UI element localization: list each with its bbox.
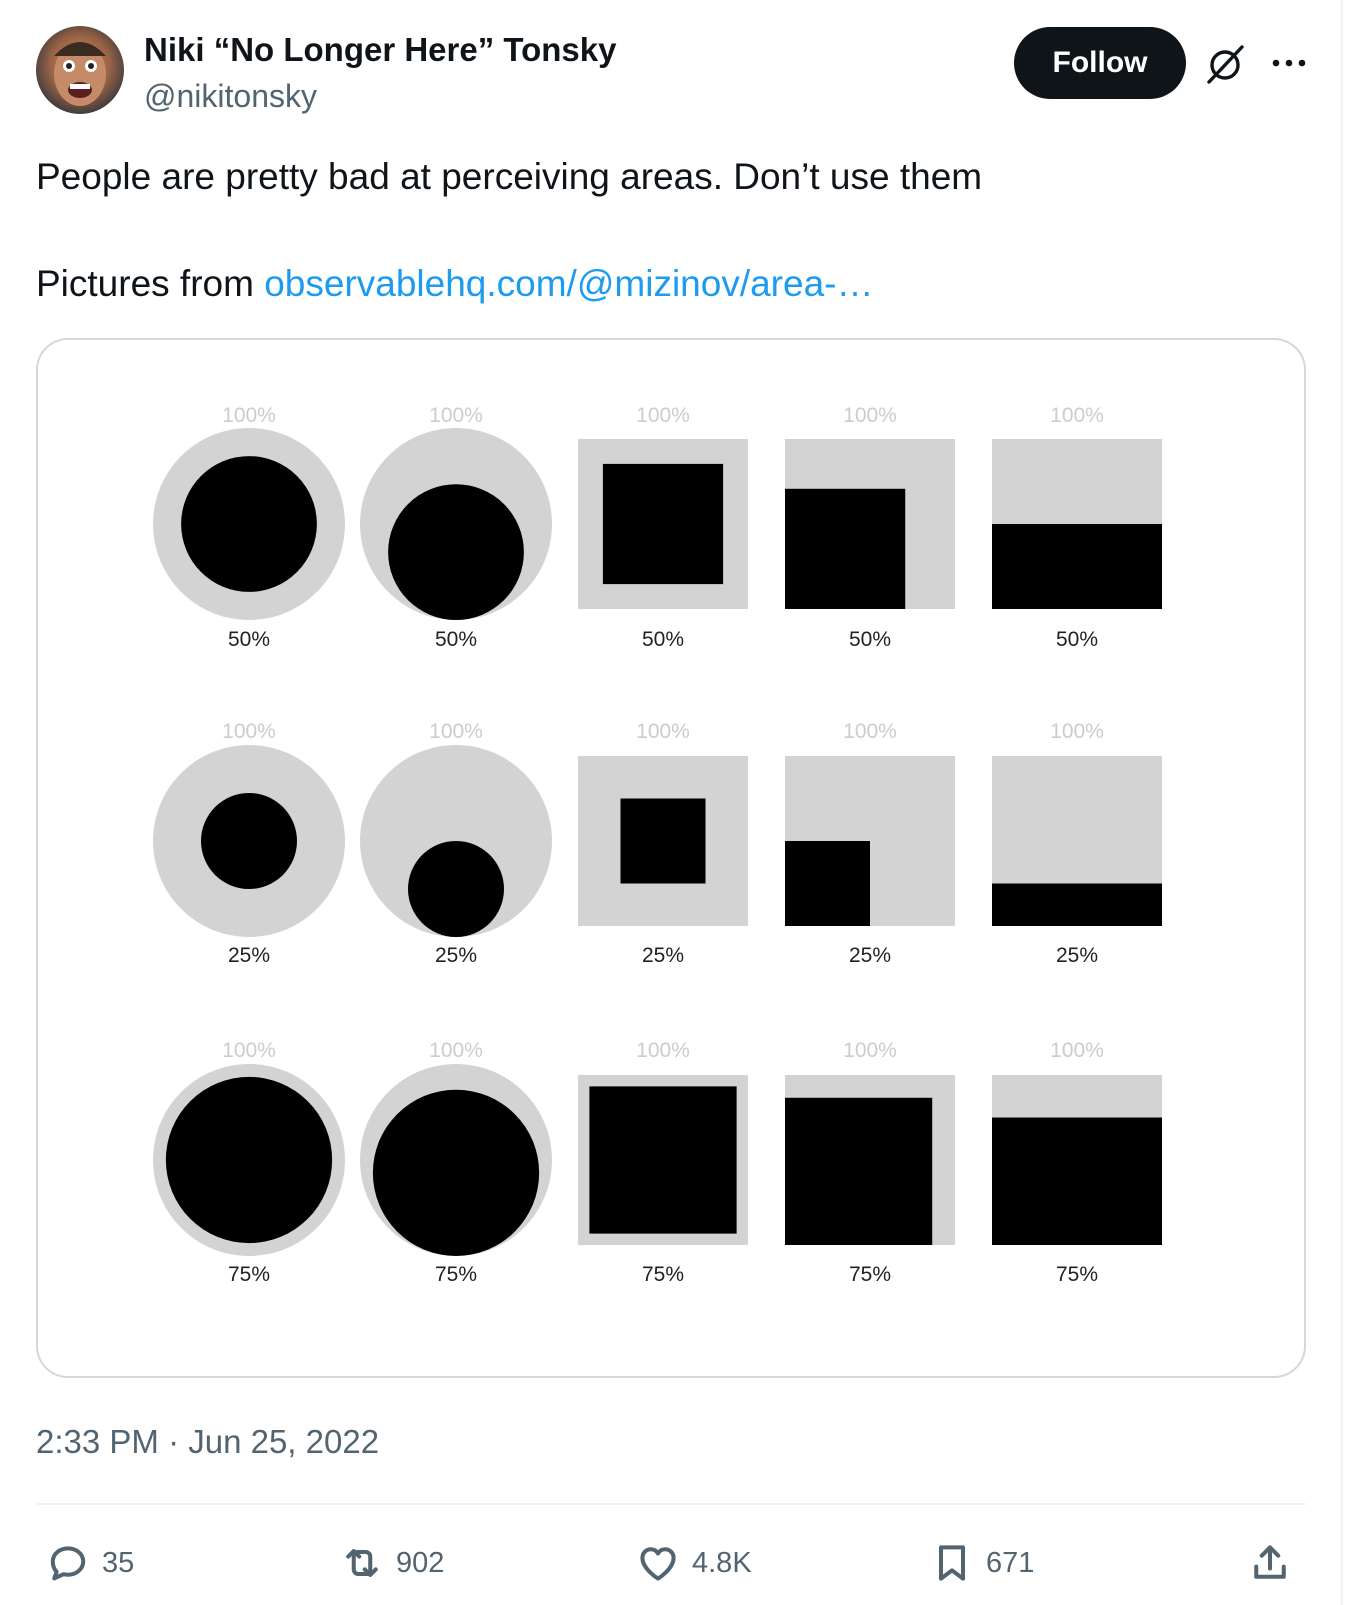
display-name[interactable]: Niki “No Longer Here” Tonsky	[144, 30, 616, 70]
value-label: 25%	[435, 944, 477, 967]
value-label: 50%	[1056, 628, 1098, 651]
value-label: 50%	[228, 628, 270, 651]
value-label: 75%	[435, 1263, 477, 1286]
reference-label: 100%	[636, 404, 690, 427]
value-circle	[408, 841, 504, 937]
source-link[interactable]: observablehq.com/@mizinov/area-…	[264, 263, 873, 304]
reference-label: 100%	[222, 404, 276, 427]
reference-label: 100%	[1050, 404, 1104, 427]
value-label: 50%	[849, 628, 891, 651]
retweet-button[interactable]: 902	[340, 1535, 444, 1591]
value-label: 75%	[642, 1263, 684, 1286]
bookmark-count: 671	[986, 1546, 1035, 1579]
value-label: 25%	[849, 944, 891, 967]
value-label: 25%	[1056, 944, 1098, 967]
value-square	[589, 1086, 737, 1234]
reference-label: 100%	[429, 1039, 483, 1062]
like-count: 4.8K	[692, 1546, 752, 1579]
bookmark-button[interactable]: 671	[930, 1535, 1034, 1591]
value-square	[785, 1097, 933, 1245]
reference-label: 100%	[1050, 720, 1104, 743]
media-card[interactable]: 100% 50% 100% 50% 100% 50% 100% 50% 100% 50% 100% 2…	[36, 338, 1306, 1378]
share-icon	[1254, 1545, 1286, 1579]
area-comparison-figure: 100% 50% 100% 50% 100% 50% 100% 50% 100% 50% 100% 2…	[153, 404, 1162, 1286]
grok-icon[interactable]	[1205, 43, 1247, 85]
share-button[interactable]	[1248, 1535, 1304, 1591]
avatar[interactable]	[36, 26, 124, 114]
more-icon[interactable]	[1270, 52, 1308, 74]
reply-button[interactable]: 35	[46, 1535, 134, 1591]
handle[interactable]: @nikitonsky	[144, 76, 317, 116]
divider	[36, 1503, 1306, 1505]
value-circle	[181, 456, 317, 592]
value-square	[602, 463, 724, 585]
value-circle	[372, 1089, 540, 1256]
reference-label: 100%	[843, 1039, 897, 1062]
tweet-source-line: Pictures from observablehq.com/@mizinov/…	[36, 259, 873, 309]
reference-label: 100%	[222, 720, 276, 743]
value-label: 75%	[228, 1263, 270, 1286]
like-button[interactable]: 4.8K	[636, 1535, 752, 1591]
value-bar	[992, 1117, 1162, 1245]
reference-label: 100%	[843, 720, 897, 743]
reference-label: 100%	[636, 720, 690, 743]
retweet-icon	[346, 1549, 378, 1577]
reference-label: 100%	[222, 1039, 276, 1062]
value-square	[785, 488, 906, 609]
reference-label: 100%	[1050, 1039, 1104, 1062]
reference-label: 100%	[429, 720, 483, 743]
value-label: 50%	[642, 628, 684, 651]
value-bar	[992, 524, 1162, 609]
reference-label: 100%	[636, 1039, 690, 1062]
value-circle	[388, 484, 524, 620]
timestamp[interactable]: 2:33 PM · Jun 25, 2022	[36, 1420, 379, 1464]
value-label: 75%	[1056, 1263, 1098, 1286]
follow-button[interactable]: Follow	[1014, 27, 1186, 99]
value-label: 25%	[228, 944, 270, 967]
value-label: 25%	[642, 944, 684, 967]
value-square	[620, 798, 706, 884]
source-prefix: Pictures from	[36, 263, 254, 304]
value-square	[785, 841, 870, 926]
value-label: 75%	[849, 1263, 891, 1286]
value-bar	[992, 883, 1162, 926]
page-edge	[1341, 0, 1343, 1605]
retweet-count: 902	[396, 1546, 445, 1579]
value-label: 50%	[435, 628, 477, 651]
like-icon	[640, 1547, 676, 1581]
reply-count: 35	[102, 1546, 135, 1579]
reference-label: 100%	[429, 404, 483, 427]
reference-label: 100%	[843, 404, 897, 427]
value-circle	[201, 793, 297, 889]
value-circle	[165, 1076, 333, 1244]
bookmark-icon	[938, 1545, 966, 1581]
tweet-text: People are pretty bad at perceiving area…	[36, 156, 983, 197]
reply-icon	[50, 1546, 86, 1581]
